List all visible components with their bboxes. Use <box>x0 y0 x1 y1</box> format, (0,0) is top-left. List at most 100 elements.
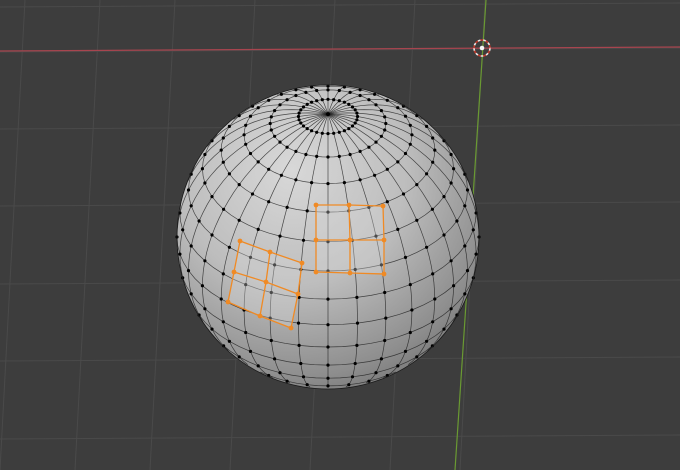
vertex[interactable] <box>474 252 478 256</box>
vertex[interactable] <box>396 160 400 164</box>
vertex[interactable] <box>181 228 185 232</box>
vertex[interactable] <box>326 345 330 349</box>
vertex[interactable] <box>242 133 246 137</box>
vertex[interactable] <box>408 142 412 146</box>
vertex[interactable] <box>374 140 378 144</box>
vertex[interactable] <box>305 102 309 106</box>
vertex[interactable] <box>442 195 446 199</box>
vertex[interactable] <box>379 109 383 113</box>
vertex[interactable] <box>326 363 330 367</box>
vertex[interactable] <box>189 244 193 248</box>
vertex[interactable] <box>248 349 253 353</box>
vertex[interactable] <box>256 364 260 368</box>
vertex[interactable] <box>326 88 330 92</box>
vertex[interactable] <box>355 321 360 325</box>
vertex[interactable] <box>385 98 389 102</box>
vertex[interactable] <box>273 357 277 361</box>
vertex[interactable] <box>320 131 324 135</box>
selected-vertex[interactable] <box>313 269 319 275</box>
vertex[interactable] <box>178 252 182 256</box>
vertex[interactable] <box>301 124 306 128</box>
vertex[interactable] <box>244 123 248 127</box>
vertex[interactable] <box>305 127 309 131</box>
selected-vertex[interactable] <box>225 299 231 305</box>
vertex[interactable] <box>237 355 241 359</box>
vertex[interactable] <box>237 183 241 187</box>
viewport-canvas[interactable] <box>0 0 680 470</box>
vertex[interactable] <box>227 124 231 128</box>
vertex[interactable] <box>355 295 359 299</box>
vertex[interactable] <box>337 99 341 103</box>
vertex[interactable] <box>367 379 371 383</box>
vertex[interactable] <box>337 154 341 158</box>
vertex[interactable] <box>355 111 359 115</box>
vertex[interactable] <box>256 160 260 164</box>
vertex[interactable] <box>425 172 429 176</box>
vertex[interactable] <box>278 140 282 144</box>
vertex[interactable] <box>383 128 387 132</box>
vertex[interactable] <box>452 167 456 171</box>
vertex[interactable] <box>373 173 377 177</box>
selected-vertex[interactable] <box>299 260 305 266</box>
vertex[interactable] <box>379 134 383 138</box>
vertex[interactable] <box>425 124 429 128</box>
vertex[interactable] <box>415 183 419 187</box>
vertex[interactable] <box>431 160 435 164</box>
vertex[interactable] <box>433 297 437 301</box>
vertex[interactable] <box>326 132 330 136</box>
vertex[interactable] <box>189 292 193 296</box>
selected-vertex[interactable] <box>295 291 301 297</box>
vertex[interactable] <box>278 234 282 238</box>
vertex[interactable] <box>383 115 387 119</box>
vertex[interactable] <box>297 343 301 347</box>
vertex[interactable] <box>326 323 330 327</box>
vertex[interactable] <box>408 123 412 127</box>
vertex[interactable] <box>219 148 223 152</box>
vertex[interactable] <box>396 227 400 231</box>
vertex[interactable] <box>227 172 231 176</box>
vertex[interactable] <box>396 364 400 368</box>
vertex[interactable] <box>222 207 226 211</box>
vertex[interactable] <box>278 371 282 375</box>
vertex[interactable] <box>310 100 314 104</box>
vertex[interactable] <box>463 292 467 296</box>
vertex[interactable] <box>200 167 204 171</box>
vertex[interactable] <box>374 103 378 107</box>
vertex[interactable] <box>269 128 273 132</box>
vertex[interactable] <box>244 142 248 146</box>
vertex[interactable] <box>200 284 204 288</box>
vertex[interactable] <box>297 118 301 122</box>
vertex[interactable] <box>355 343 359 347</box>
vertex[interactable] <box>197 219 201 223</box>
vertex[interactable] <box>299 121 303 125</box>
vertex[interactable] <box>267 200 271 204</box>
vertex[interactable] <box>296 321 301 325</box>
vertex[interactable] <box>315 130 319 134</box>
selected-vertex[interactable] <box>263 279 269 285</box>
vertex[interactable] <box>431 320 435 324</box>
vertex[interactable] <box>403 114 408 118</box>
vertex[interactable] <box>383 290 387 295</box>
vertex[interactable] <box>304 90 308 94</box>
selected-vertex[interactable] <box>347 270 353 276</box>
vertex[interactable] <box>320 98 324 102</box>
vertex[interactable] <box>442 233 446 237</box>
selected-vertex[interactable] <box>231 269 237 275</box>
vertex[interactable] <box>337 88 341 93</box>
vertex[interactable] <box>248 151 253 156</box>
vertex[interactable] <box>348 152 352 157</box>
vertex[interactable] <box>452 284 456 288</box>
vertex[interactable] <box>415 218 419 222</box>
vertex[interactable] <box>237 218 241 222</box>
vertex[interactable] <box>315 88 319 93</box>
vertex[interactable] <box>326 182 330 186</box>
vertex[interactable] <box>315 154 319 158</box>
vertex[interactable] <box>326 97 330 101</box>
vertex[interactable] <box>285 205 289 209</box>
vertex[interactable] <box>383 338 387 343</box>
vertex[interactable] <box>304 152 308 157</box>
vertex[interactable] <box>347 102 351 106</box>
vertex[interactable] <box>347 127 351 131</box>
vertex[interactable] <box>379 357 383 361</box>
vertex[interactable] <box>269 338 273 343</box>
